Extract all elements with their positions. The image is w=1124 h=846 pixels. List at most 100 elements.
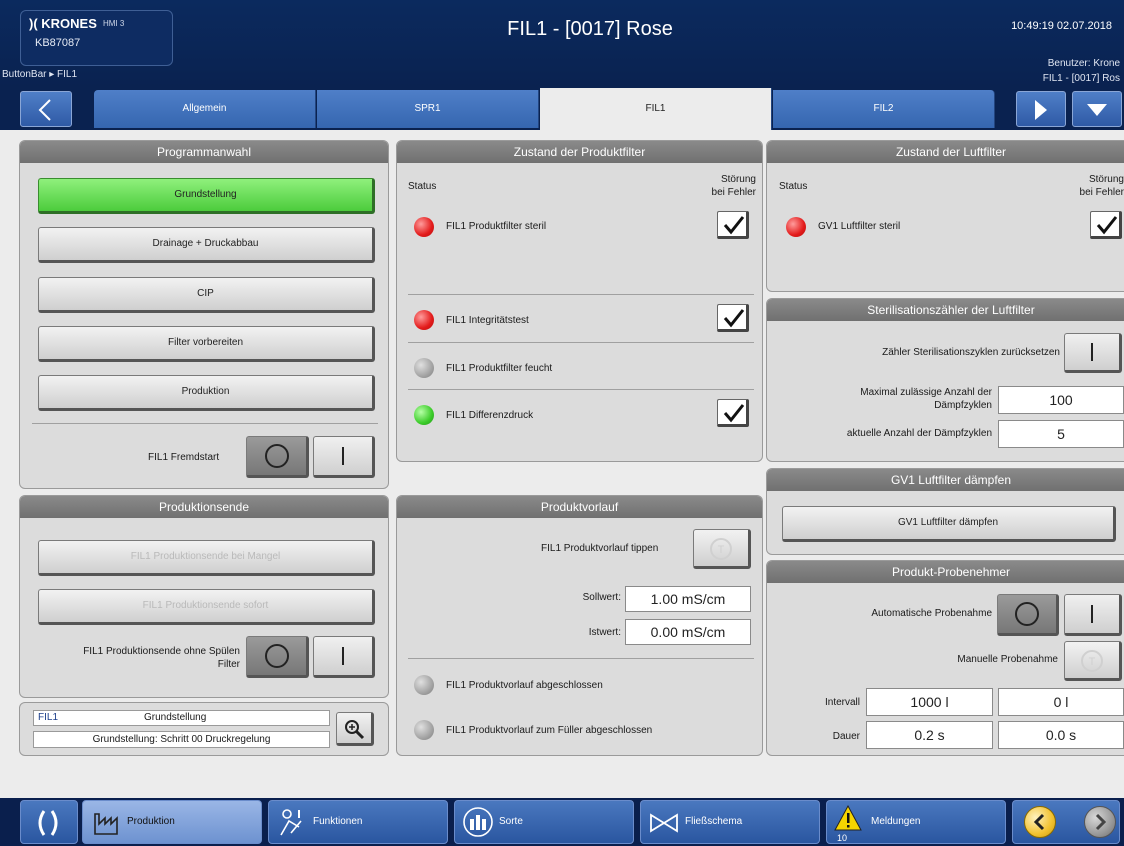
drainage-button[interactable]: Drainage + Druckabbau [38,227,375,263]
status-state-field: FIL1 Grundstellung [33,710,330,726]
checkmark-icon [723,404,745,423]
max-daempf-label: Maximal zulässige Anzahl der Dämpfzyklen [790,386,992,412]
taskbar-produktion[interactable]: Produktion [82,800,262,844]
tab-fil1[interactable]: FIL1 [540,88,772,130]
divider [408,389,754,390]
play-right-icon [1035,100,1047,120]
chevron-right-icon [1095,813,1107,831]
off-icon [1015,602,1039,626]
istwert-field: 0.00 mS/cm [625,619,751,645]
divider [32,423,378,424]
taskbar-meldungen[interactable]: 10 Meldungen [826,800,1006,844]
tab-spr1[interactable]: SPR1 [317,90,539,128]
status-step-field: Grundstellung: Schritt 00 Druckregelung [33,731,330,748]
on-icon [342,647,344,665]
vorlauf-abgeschlossen-label: FIL1 Produktvorlauf abgeschlossen [446,680,603,691]
led-produktfilter-feucht [414,358,434,378]
zaehler-reset-label: Zähler Sterilisationszyklen zurücksetzen [882,347,1060,358]
dauer-act-field: 0.0 s [998,721,1124,749]
led-vorlauf-fueller [414,720,434,740]
luftfilter-steril-checkbox[interactable] [1090,211,1122,239]
zoom-button[interactable] [336,712,374,746]
dauer-set-field[interactable]: 0.2 s [866,721,993,749]
max-daempf-field[interactable]: 100 [998,386,1124,414]
luftfilter-status-header: Status [779,181,808,192]
produktionsende-sofort-button[interactable]: FIL1 Produktionsende sofort [38,589,375,625]
breadcrumb: ButtonBar ▸ FIL1 [2,69,78,80]
tab-menu-button[interactable] [1072,91,1122,127]
tab-next-button[interactable] [1016,91,1066,127]
user-name: Benutzer: Krone [1047,58,1120,69]
tippen-label: FIL1 Produktvorlauf tippen [541,543,659,554]
valve-icon [650,813,678,833]
tab-fil2[interactable]: FIL2 [773,90,995,128]
grundstellung-button[interactable]: Grundstellung [38,178,375,214]
fremdstart-label: FIL1 Fremdstart [148,452,220,463]
machine-id: KB87087 [35,37,81,49]
on-icon [1091,605,1093,623]
status-step: Grundstellung: Schritt 00 Druckregelung [92,734,271,745]
nav-forward-button[interactable] [1084,806,1116,838]
taskbar-fliessschema[interactable]: Fließschema [640,800,820,844]
manuelle-probenahme-button[interactable]: T [1064,641,1122,681]
dauer-label: Dauer [832,731,860,742]
krones-home-button[interactable] [20,800,78,844]
auto-probenahme-on-toggle[interactable] [1064,594,1122,636]
off-icon [264,444,289,468]
status-tag: FIL1 [38,712,59,723]
produktion-button[interactable]: Produktion [38,375,375,411]
integritaetstest-checkbox[interactable] [717,304,749,332]
auto-probenahme-off-toggle[interactable] [997,594,1059,636]
stoerung-line2: bei Fehler [711,187,756,198]
taskbar-funktionen[interactable]: Funktionen [268,800,448,844]
produktvorlauf-title: Produktvorlauf [397,496,762,518]
sollwert-field[interactable]: 1.00 mS/cm [625,586,751,612]
fremdstart-on-toggle[interactable] [313,436,375,478]
checkmark-icon [1096,216,1118,235]
ohne-spuelen-line1: FIL1 Produktionsende ohne Spülen [83,646,240,657]
fremdstart-off-toggle[interactable] [246,436,309,478]
krones-icon [38,810,58,836]
user-info: Benutzer: Krone FIL1 - [0017] Ros [1043,56,1120,86]
chevron-down-icon [1087,104,1107,116]
akt-daempf-label: aktuelle Anzahl der Dämpfzyklen [846,428,992,439]
tap-icon: T [1081,650,1103,672]
page-title: FIL1 - [0017] Rose [507,18,673,40]
on-icon [342,447,344,465]
ohne-spuelen-on-toggle[interactable] [313,636,375,678]
taskbar-meldungen-label: Meldungen [871,816,921,827]
filter-vorbereiten-button[interactable]: Filter vorbereiten [38,326,375,362]
led-vorlauf-abgeschlossen [414,675,434,695]
tap-icon: T [710,538,732,560]
hmi-label: HMI 3 [103,19,125,28]
intervall-set-field[interactable]: 1000 l [866,688,993,716]
differenzdruck-checkbox[interactable] [717,399,749,427]
chevron-left-icon [1033,813,1045,831]
magnifier-icon [345,720,365,740]
off-icon [264,644,289,668]
tab-allgemein[interactable]: Allgemein [94,90,316,128]
integritaetstest-label: FIL1 Integritätstest [446,315,529,326]
taskbar-sorte[interactable]: Sorte [454,800,634,844]
nav-back-button[interactable] [1024,806,1056,838]
stoerung-header: Störung bei Fehler [690,173,756,199]
divider [408,294,754,295]
sterilzaehler-title: Sterilisationszähler der Luftfilter [767,299,1124,321]
vorlauf-fueller-label: FIL1 Produktvorlauf zum Füller abgeschlo… [446,725,653,736]
divider [408,342,754,343]
tab-prev-button[interactable] [20,91,72,127]
tippen-button[interactable]: T [693,529,751,569]
cip-button[interactable]: CIP [38,277,375,313]
factory-icon [94,813,118,835]
datetime: 10:49:19 02.07.2018 [1011,20,1112,32]
chevron-left-icon [38,99,51,121]
svg-text:T: T [718,544,725,556]
zaehler-reset-button[interactable] [1064,333,1122,373]
daempfen-button[interactable]: GV1 Luftfilter dämpfen [782,506,1116,542]
taskbar-sorte-label: Sorte [499,816,523,827]
ohne-spuelen-off-toggle[interactable] [246,636,309,678]
produktionsende-mangel-button[interactable]: FIL1 Produktionsende bei Mangel [38,540,375,576]
produktfilter-steril-checkbox[interactable] [717,211,749,239]
akt-daempf-field: 5 [998,420,1124,448]
krones-logo: )( KRONES HMI 3 KB87087 [20,10,173,66]
